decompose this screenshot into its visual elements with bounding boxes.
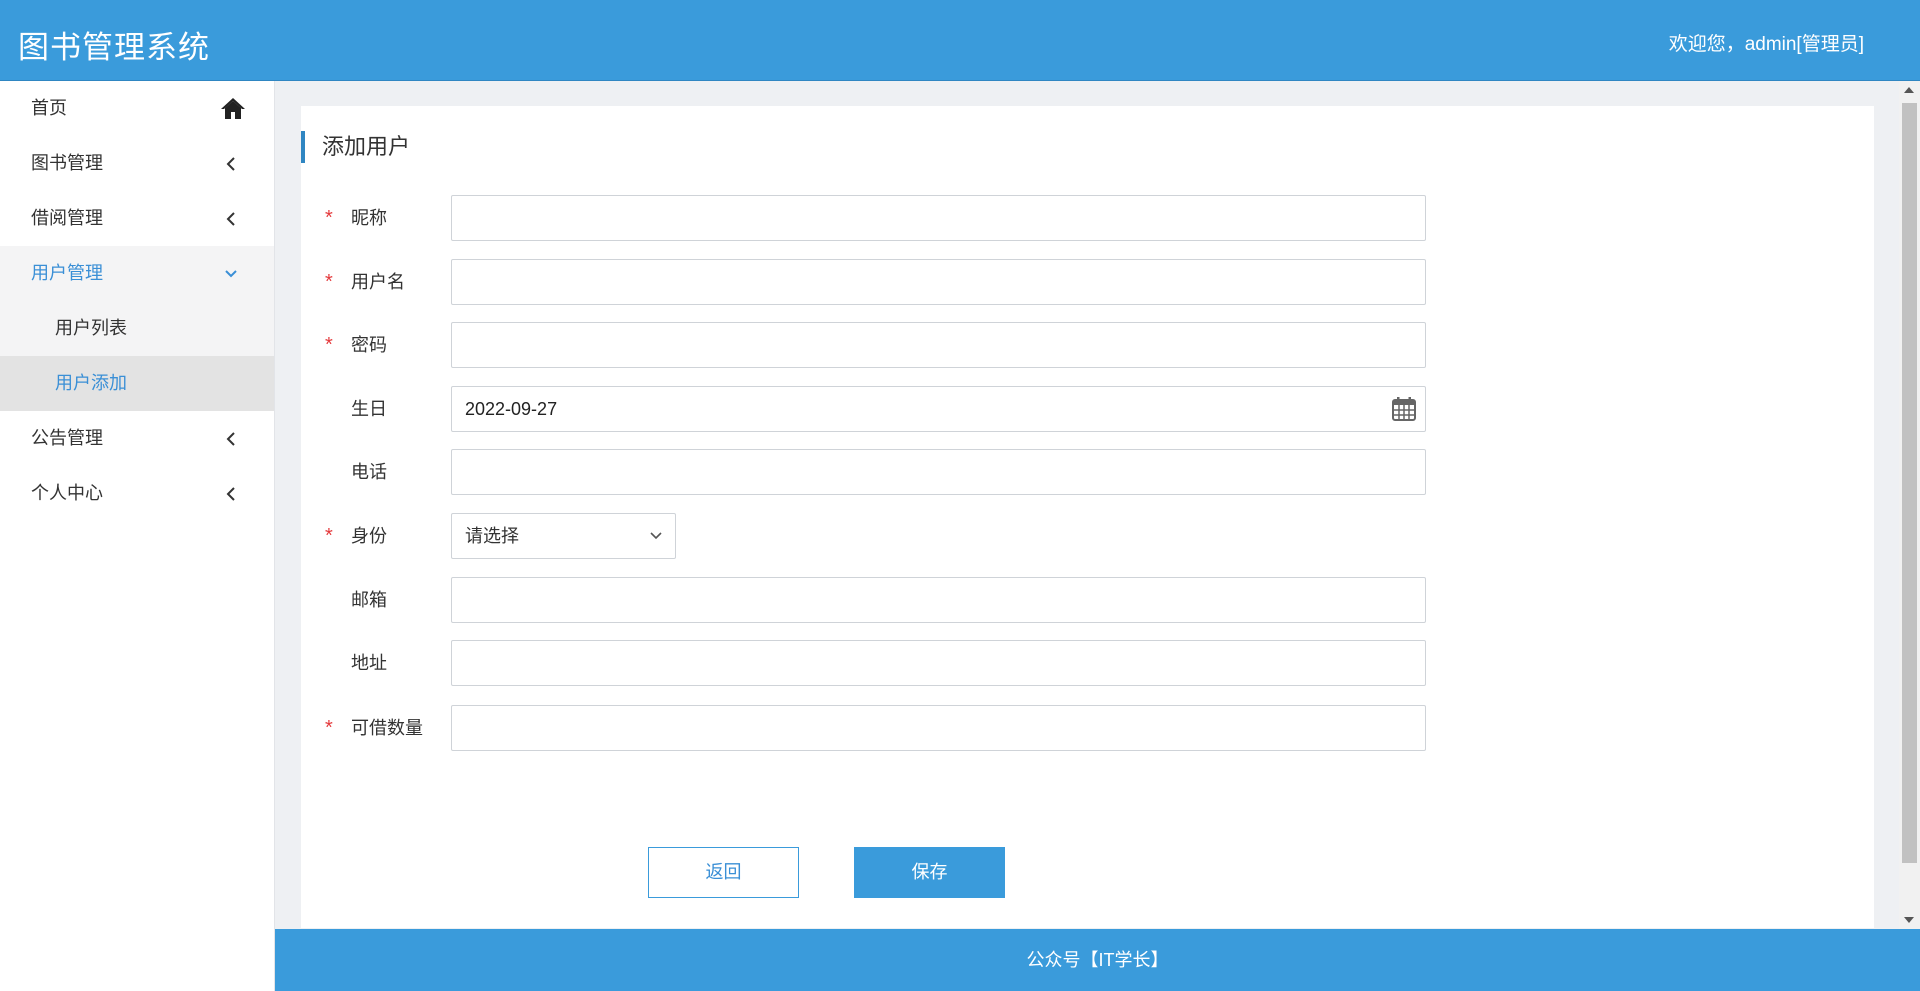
nickname-label: 昵称 bbox=[351, 208, 387, 228]
footer: 公众号【IT学长】 bbox=[275, 929, 1920, 991]
address-label: 地址 bbox=[351, 653, 387, 673]
page-title: 添加用户 bbox=[301, 131, 410, 163]
birthday-input[interactable]: 2022-09-27 bbox=[451, 386, 1426, 432]
form-row-birthday: 生日 2022-09-27 bbox=[321, 386, 1521, 432]
sidebar-subitem-user-list[interactable]: 用户列表 bbox=[0, 301, 274, 356]
form-row-quota: * 可借数量 bbox=[321, 705, 1521, 751]
birthday-label: 生日 bbox=[351, 399, 387, 419]
role-label: 身份 bbox=[351, 526, 387, 546]
form-row-phone: 电话 bbox=[321, 449, 1521, 495]
form-row-nickname: * 昵称 bbox=[321, 195, 1521, 241]
scroll-down-arrow-icon[interactable] bbox=[1904, 917, 1914, 923]
required-mark: * bbox=[325, 717, 333, 739]
chevron-left-icon bbox=[224, 466, 238, 521]
required-mark: * bbox=[325, 525, 333, 547]
birthday-value: 2022-09-27 bbox=[465, 399, 558, 419]
sidebar-subitem-user-add[interactable]: 用户添加 bbox=[0, 356, 274, 411]
form-row-role: * 身份 请选择 bbox=[321, 513, 1521, 559]
chevron-down-icon bbox=[649, 514, 663, 558]
role-selected-value: 请选择 bbox=[465, 526, 519, 546]
scroll-thumb[interactable] bbox=[1902, 103, 1917, 863]
app-title: 图书管理系统 bbox=[18, 30, 210, 65]
sidebar-item-label: 用户管理 bbox=[31, 263, 103, 283]
required-mark: * bbox=[325, 271, 333, 293]
sidebar-item-profile[interactable]: 个人中心 bbox=[0, 466, 274, 521]
email-input[interactable] bbox=[451, 577, 1426, 623]
quota-label: 可借数量 bbox=[351, 718, 423, 738]
home-icon bbox=[221, 98, 245, 119]
sidebar-item-label: 公告管理 bbox=[31, 428, 103, 448]
address-input[interactable] bbox=[451, 640, 1426, 686]
required-mark: * bbox=[325, 334, 333, 356]
scroll-up-arrow-icon[interactable] bbox=[1904, 87, 1914, 93]
nickname-input[interactable] bbox=[451, 195, 1426, 241]
save-button[interactable]: 保存 bbox=[854, 847, 1005, 898]
sidebar-item-borrow[interactable]: 借阅管理 bbox=[0, 191, 274, 246]
user-menu-group: 用户管理 用户列表 用户添加 bbox=[0, 246, 274, 411]
sidebar-item-home[interactable]: 首页 bbox=[0, 81, 274, 136]
form-row-username: * 用户名 bbox=[321, 259, 1521, 305]
role-select[interactable]: 请选择 bbox=[451, 513, 676, 559]
sidebar-item-label: 个人中心 bbox=[31, 483, 103, 503]
sidebar-item-notices[interactable]: 公告管理 bbox=[0, 411, 274, 466]
username-input[interactable] bbox=[451, 259, 1426, 305]
footer-text: 公众号【IT学长】 bbox=[1026, 950, 1169, 970]
vertical-scrollbar[interactable] bbox=[1899, 81, 1920, 929]
sidebar-item-books[interactable]: 图书管理 bbox=[0, 136, 274, 191]
chevron-left-icon bbox=[224, 411, 238, 466]
content-panel: 添加用户 * 昵称 * 用户名 * 密码 生日 2022-09-27 电话 * … bbox=[301, 106, 1874, 928]
form-row-address: 地址 bbox=[321, 640, 1521, 686]
chevron-down-icon bbox=[224, 246, 238, 301]
sidebar: 首页 图书管理 借阅管理 用户管理 用户列表 用户添加 公告管理 个人中心 bbox=[0, 81, 275, 991]
chevron-left-icon bbox=[224, 191, 238, 246]
sidebar-item-label: 首页 bbox=[31, 98, 67, 118]
back-button[interactable]: 返回 bbox=[648, 847, 799, 898]
password-input[interactable] bbox=[451, 322, 1426, 368]
welcome-text[interactable]: 欢迎您，admin[管理员] bbox=[1669, 29, 1864, 56]
calendar-icon[interactable] bbox=[1391, 396, 1417, 422]
top-header: 图书管理系统 欢迎您，admin[管理员] bbox=[0, 0, 1920, 81]
required-mark: * bbox=[325, 207, 333, 229]
chevron-left-icon bbox=[224, 136, 238, 191]
sidebar-item-label: 借阅管理 bbox=[31, 208, 103, 228]
phone-label: 电话 bbox=[351, 462, 387, 482]
sidebar-item-users[interactable]: 用户管理 bbox=[0, 246, 274, 301]
quota-input[interactable] bbox=[451, 705, 1426, 751]
password-label: 密码 bbox=[351, 335, 387, 355]
username-label: 用户名 bbox=[351, 272, 405, 292]
phone-input[interactable] bbox=[451, 449, 1426, 495]
sidebar-item-label: 图书管理 bbox=[31, 153, 103, 173]
email-label: 邮箱 bbox=[351, 590, 387, 610]
form-row-password: * 密码 bbox=[321, 322, 1521, 368]
form-row-email: 邮箱 bbox=[321, 577, 1521, 623]
